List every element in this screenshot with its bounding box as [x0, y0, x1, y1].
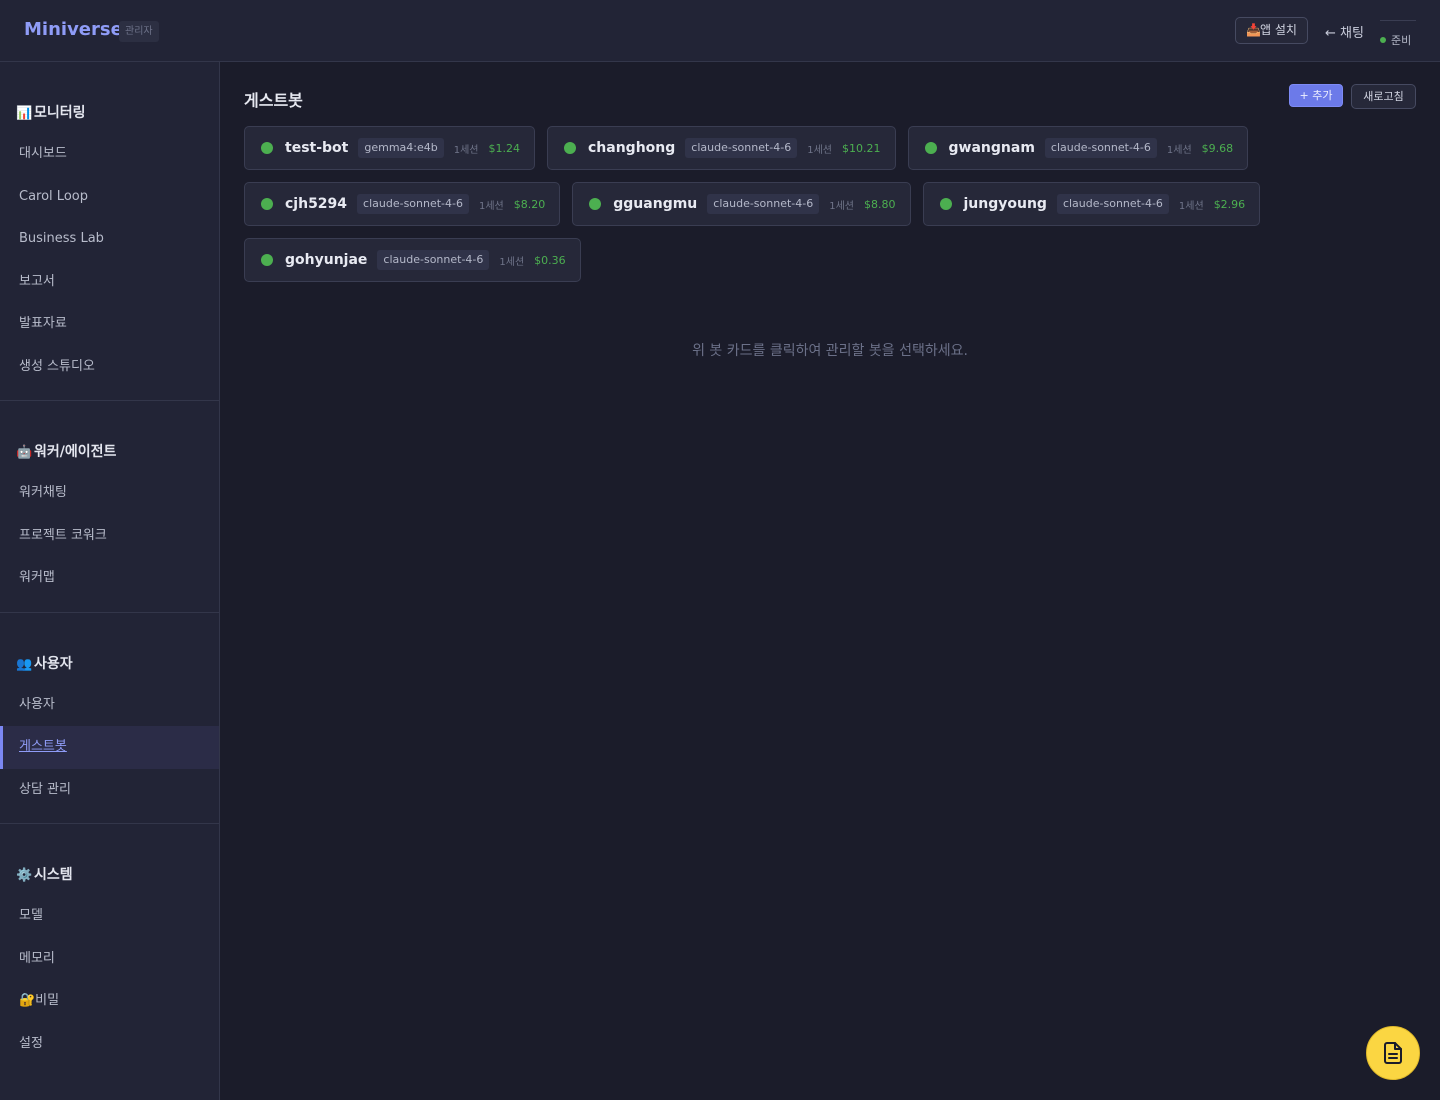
bot-model-badge: claude-sonnet-4-6 [1056, 194, 1169, 214]
status-dot-icon [1380, 37, 1386, 43]
bot-name: gwangnam [948, 140, 1035, 156]
bot-cost: $0.36 [534, 253, 566, 267]
bot-model-badge: claude-sonnet-4-6 [707, 194, 820, 214]
status-label: 준비 [1391, 34, 1412, 47]
bot-card[interactable]: gguangmu claude-sonnet-4-6 1세션 $8.80 [572, 182, 911, 226]
bar-chart-icon: 📊 [16, 106, 33, 121]
bot-card[interactable]: changhong claude-sonnet-4-6 1세션 $10.21 [547, 126, 896, 170]
main-content: 게스트봇 + 추가 새로고침 test-bot gemma4:e4b 1세션 $… [220, 62, 1440, 1100]
online-status-icon [261, 142, 273, 154]
bot-cost: $8.80 [864, 197, 896, 211]
bot-model-badge: gemma4:e4b [358, 138, 444, 158]
sidebar: 📊 모니터링 대시보드 Carol Loop Business Lab 보고서 발… [0, 62, 220, 1100]
online-status-icon [564, 142, 576, 154]
bot-name: gguangmu [613, 196, 698, 212]
bot-cost: $1.24 [488, 141, 521, 155]
bot-session-count: 1세션 [829, 200, 854, 212]
sidebar-item-worker-map[interactable]: 워커맵 [0, 557, 219, 600]
sidebar-item-reports[interactable]: 보고서 [0, 261, 219, 304]
sidebar-item-project-cowork[interactable]: 프로젝트 코워크 [0, 515, 219, 558]
bot-model-badge: claude-sonnet-4-6 [357, 194, 469, 214]
bot-model-badge: claude-sonnet-4-6 [1044, 138, 1157, 158]
bot-cost: $9.68 [1201, 141, 1234, 155]
bot-card-list: test-bot gemma4:e4b 1세션 $1.24 changhong … [244, 126, 1284, 282]
install-app-label: 앱 설치 [1260, 23, 1297, 37]
bot-card[interactable]: gohyunjae claude-sonnet-4-6 1세션 $0.36 [244, 238, 581, 282]
inbox-tray-icon: 📥 [1246, 23, 1261, 37]
sidebar-section-title: ⚙️ 시스템 [0, 860, 219, 890]
gear-icon: ⚙️ [16, 868, 33, 883]
online-status-icon [924, 142, 937, 154]
sidebar-item-worker-chat[interactable]: 워커채팅 [0, 472, 219, 515]
bot-card[interactable]: test-bot gemma4:e4b 1세션 $1.24 [244, 126, 535, 170]
sidebar-item-generation-studio[interactable]: 생성 스튜디오 [0, 346, 219, 389]
online-status-icon [939, 198, 952, 210]
sidebar-item-guest-bots[interactable]: 게스트봇 [0, 726, 219, 769]
bot-model-badge: claude-sonnet-4-6 [685, 138, 798, 158]
bot-cost: $10.21 [842, 141, 881, 155]
document-icon [1384, 1042, 1402, 1064]
sidebar-section-workers: 🤖 워커/에이전트 워커채팅 프로젝트 코워크 워커맵 [0, 437, 219, 613]
sidebar-section-system: ⚙️ 시스템 모델 메모리 🔐비밀 설정 [0, 860, 219, 1077]
bot-name: jungyoung [963, 196, 1047, 212]
sidebar-section-title: 👥 사용자 [0, 649, 219, 679]
online-status-icon [261, 198, 273, 210]
bot-model-badge: claude-sonnet-4-6 [377, 250, 490, 270]
bot-session-count: 1세션 [499, 256, 525, 268]
online-status-icon [589, 198, 602, 210]
bot-card[interactable]: jungyoung claude-sonnet-4-6 1세션 $2.96 [922, 182, 1261, 226]
bot-cost: $8.20 [513, 197, 546, 211]
sidebar-item-settings[interactable]: 설정 [0, 1023, 219, 1066]
sidebar-item-carol-loop[interactable]: Carol Loop [0, 176, 219, 219]
sidebar-item-dashboard[interactable]: 대시보드 [0, 133, 219, 176]
sidebar-section-users: 👥 사용자 사용자 게스트봇 상담 관리 [0, 649, 219, 824]
page-title: 게스트봇 [244, 91, 303, 110]
bot-session-count: 1세션 [807, 144, 833, 156]
brand-logo[interactable]: Miniverse [24, 19, 123, 40]
robot-icon: 🤖 [16, 445, 33, 460]
bot-name: cjh5294 [285, 196, 348, 212]
bot-cost: $2.96 [1213, 197, 1246, 211]
top-bar: Miniverse 관리자 📥앱 설치 ← 채팅 준비 [0, 0, 1440, 62]
bot-session-count: 1세션 [453, 144, 479, 156]
install-app-button[interactable]: 📥앱 설치 [1235, 17, 1308, 44]
add-bot-button[interactable]: + 추가 [1289, 84, 1343, 107]
sidebar-item-models[interactable]: 모델 [0, 895, 219, 938]
online-status-icon [261, 254, 273, 266]
bot-name: test-bot [285, 140, 349, 156]
empty-selection-hint: 위 봇 카드를 클릭하여 관리할 봇을 선택하세요. [692, 343, 968, 359]
sidebar-section-monitoring: 📊 모니터링 대시보드 Carol Loop Business Lab 보고서 발… [0, 98, 219, 401]
role-badge: 관리자 [119, 21, 159, 42]
sidebar-item-presentations[interactable]: 발표자료 [0, 303, 219, 346]
sidebar-item-secrets[interactable]: 🔐비밀 [0, 980, 219, 1023]
sidebar-item-consultations[interactable]: 상담 관리 [0, 769, 219, 812]
bot-name: changhong [588, 140, 676, 156]
users-icon: 👥 [16, 656, 33, 672]
bot-card[interactable]: gwangnam claude-sonnet-4-6 1세션 $9.68 [907, 126, 1249, 170]
back-to-chat-link[interactable]: ← 채팅 [1325, 22, 1364, 41]
sidebar-item-memory[interactable]: 메모리 [0, 938, 219, 981]
sidebar-section-title: 🤖 워커/에이전트 [0, 437, 219, 467]
bot-name: gohyunjae [285, 252, 368, 268]
bot-session-count: 1세션 [1166, 144, 1192, 156]
refresh-button[interactable]: 새로고침 [1351, 84, 1416, 109]
document-fab-button[interactable] [1366, 1026, 1420, 1080]
bot-session-count: 1세션 [479, 200, 504, 212]
sidebar-item-users[interactable]: 사용자 [0, 684, 219, 727]
bot-card[interactable]: cjh5294 claude-sonnet-4-6 1세션 $8.20 [244, 182, 561, 226]
status-indicator: 준비 [1380, 20, 1416, 47]
sidebar-item-business-lab[interactable]: Business Lab [0, 218, 219, 261]
sidebar-section-title: 📊 모니터링 [0, 98, 219, 128]
bot-session-count: 1세션 [1178, 200, 1204, 212]
